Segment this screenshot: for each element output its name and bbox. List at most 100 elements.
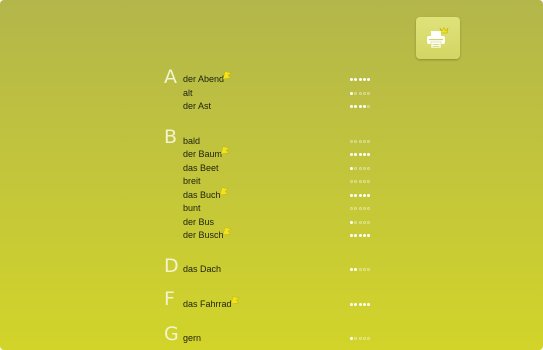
rating-dot-filled: [354, 303, 358, 306]
rating-dot-empty: [367, 140, 371, 143]
rating-dot-empty: [354, 221, 358, 224]
list-item[interactable]: der Busch: [183, 227, 233, 241]
rating-dot-empty: [367, 167, 371, 170]
rating-dot-empty: [358, 337, 362, 340]
rating-dot-empty: [362, 268, 366, 271]
rating-dot-empty: [367, 92, 371, 95]
rating-dot-filled: [354, 234, 358, 237]
flag-icon: [222, 227, 232, 236]
section-letter-g: G: [164, 323, 179, 345]
rating-dot-filled: [350, 92, 353, 95]
rating-dot-filled: [354, 105, 358, 108]
rating-dots: [350, 221, 371, 226]
rating-dots: [350, 92, 371, 97]
rating-dot-empty: [354, 207, 358, 210]
rating-dot-empty: [350, 207, 353, 210]
rating-dots: [350, 234, 371, 239]
rating-dot-filled: [358, 105, 362, 108]
list-item[interactable]: bunt: [183, 203, 201, 214]
rating-dot-empty: [350, 180, 353, 183]
list-item[interactable]: das Buch: [183, 187, 230, 201]
flag-icon: [230, 296, 240, 305]
rating-dot-empty: [367, 207, 371, 210]
rating-dots: [350, 337, 371, 342]
rating-dot-empty: [358, 268, 362, 271]
word-label: der Bus: [183, 217, 215, 227]
word-label: alt: [183, 88, 193, 98]
rating-dot-empty: [354, 92, 358, 95]
rating-dot-empty: [354, 167, 358, 170]
rating-dots: [350, 167, 371, 172]
rating-dots: [350, 153, 371, 158]
rating-dot-filled: [350, 167, 353, 170]
rating-dot-empty: [358, 167, 362, 170]
rating-dots: [350, 180, 371, 185]
word-label: der Busch: [183, 230, 224, 240]
list-item[interactable]: breit: [183, 176, 201, 187]
rating-dot-filled: [367, 303, 371, 306]
rating-dot-filled: [358, 153, 362, 156]
word-label: der Baum: [183, 149, 223, 159]
rating-dot-filled: [350, 153, 353, 156]
rating-dots: [350, 105, 371, 110]
list-item[interactable]: das Dach: [183, 264, 221, 275]
rating-dot-filled: [362, 194, 366, 197]
list-item[interactable]: der Baum: [183, 146, 231, 160]
flag-icon: [219, 187, 229, 196]
rating-dot-filled: [362, 234, 366, 237]
rating-dots: [350, 194, 371, 199]
rating-dot-empty: [362, 221, 366, 224]
rating-dot-filled: [350, 78, 353, 81]
rating-dot-filled: [362, 153, 366, 156]
list-item[interactable]: der Abend: [183, 71, 233, 85]
word-label: gern: [183, 333, 202, 343]
rating-dot-empty: [354, 140, 358, 143]
section-letter-b: B: [164, 126, 178, 148]
list-item[interactable]: gern: [183, 333, 201, 344]
rating-dot-filled: [362, 78, 366, 81]
rating-dot-filled: [358, 303, 362, 306]
word-label: das Buch: [183, 190, 221, 200]
rating-dot-empty: [367, 105, 371, 108]
list-item[interactable]: das Fahrrad: [183, 296, 241, 310]
flag-icon: [222, 71, 233, 80]
word-label: der Ast: [183, 101, 212, 111]
list-item[interactable]: bald: [183, 136, 200, 147]
section-letter-a: A: [164, 66, 177, 88]
rating-dot-empty: [354, 337, 358, 340]
rating-dot-filled: [350, 303, 353, 306]
rating-dot-empty: [362, 167, 366, 170]
rating-dot-empty: [367, 268, 371, 271]
rating-dot-empty: [358, 207, 362, 210]
rating-dots: [350, 303, 371, 308]
word-label: bunt: [183, 203, 201, 213]
rating-dot-empty: [358, 221, 362, 224]
rating-dot-filled: [350, 105, 353, 108]
word-label: der Abend: [183, 74, 225, 84]
flag-icon: [220, 146, 231, 155]
rating-dot-empty: [350, 140, 353, 143]
section-letter-d: D: [164, 255, 179, 277]
rating-dot-filled: [354, 268, 358, 271]
word-label: das Fahrrad: [183, 299, 232, 309]
rating-dot-filled: [362, 303, 366, 306]
rating-dots: [350, 78, 371, 83]
word-label: bald: [183, 136, 201, 146]
rating-dots: [350, 207, 371, 212]
rating-dot-empty: [362, 337, 366, 340]
section-letter-f: F: [164, 288, 175, 310]
rating-dot-empty: [358, 92, 362, 95]
list-item[interactable]: das Beet: [183, 163, 219, 174]
rating-dot-filled: [350, 194, 353, 197]
rating-dot-empty: [362, 180, 366, 183]
rating-dots: [350, 268, 371, 273]
word-list: Ader Abend alt der Ast Bbald der Baum das Bee…: [0, 0, 543, 350]
vocabulary-screen: Ader Abend alt der Ast Bbald der Baum das Bee…: [0, 0, 543, 350]
list-item[interactable]: alt: [183, 88, 193, 99]
word-label: das Dach: [183, 264, 222, 274]
rating-dot-filled: [350, 268, 353, 271]
list-item[interactable]: der Bus: [183, 217, 214, 228]
rating-dot-filled: [350, 337, 353, 340]
list-item[interactable]: der Ast: [183, 101, 211, 112]
rating-dot-empty: [367, 180, 371, 183]
